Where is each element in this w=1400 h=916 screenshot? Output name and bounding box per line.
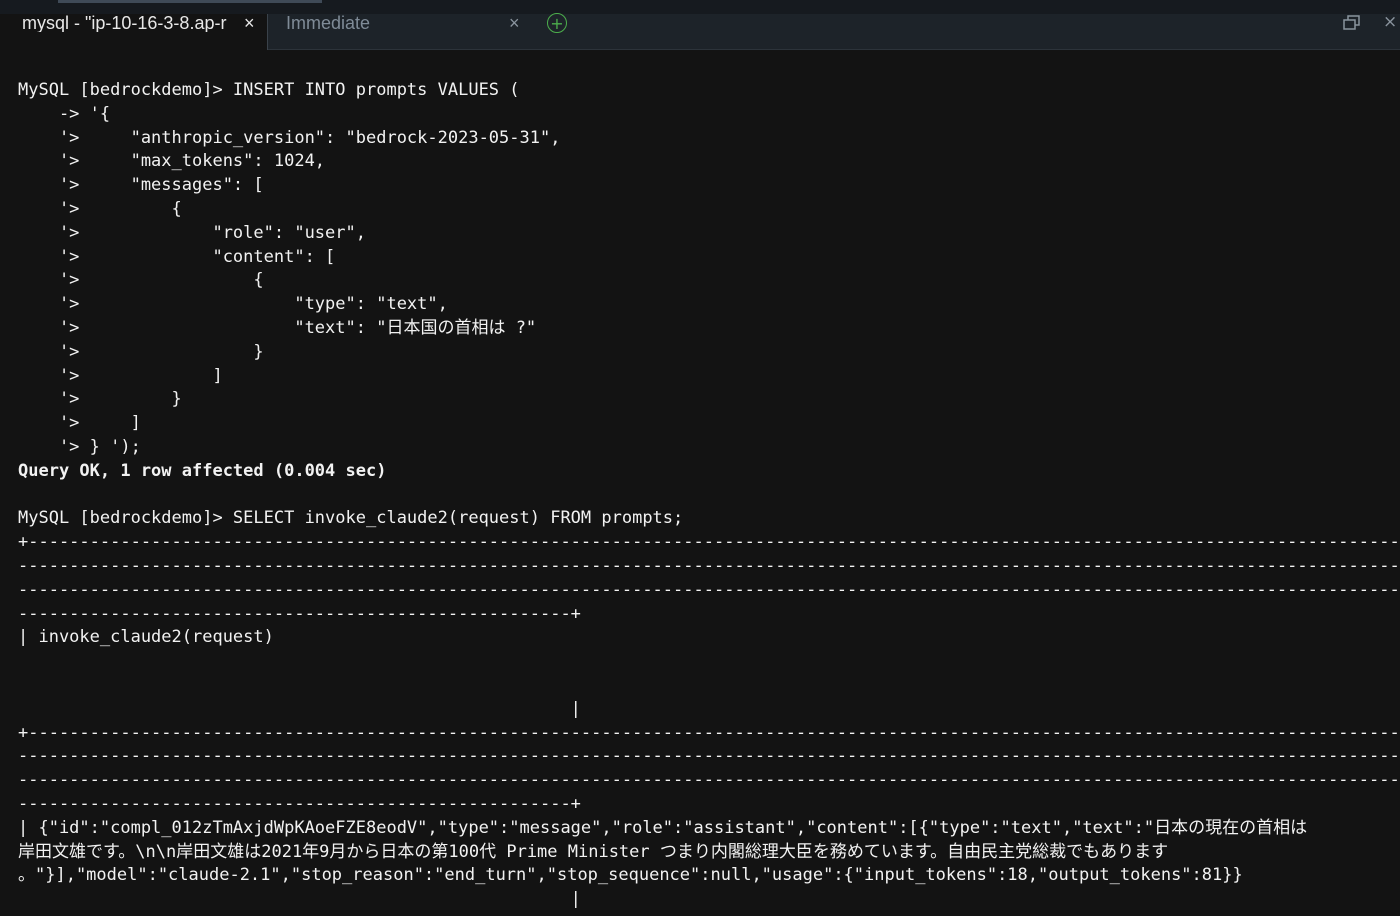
terminal-line: '> "type": "text", <box>18 294 448 315</box>
terminal-window: mysql - "ip-10-16-3-8.ap-r × Immediate ×… <box>0 0 1400 916</box>
terminal-line: ----------------------------------------… <box>18 556 1400 576</box>
terminal-line: | {"id":"compl_012zTmAxjdWpKAoeFZE8eodV"… <box>18 817 1308 838</box>
terminal-line: 岸田文雄です。\n\n岸田文雄は2021年9月から日本の第100代 Prime … <box>18 841 1169 862</box>
terminal-line: '> } <box>18 389 182 410</box>
terminal-line: | <box>18 889 581 910</box>
terminal-output[interactable]: MySQL [bedrockdemo]> INSERT INTO prompts… <box>18 78 1400 916</box>
terminal-line: Query OK, 1 row affected (0.004 sec) <box>18 460 387 481</box>
close-tab-icon[interactable]: × <box>244 14 255 32</box>
terminal-line: MySQL [bedrockdemo]> SELECT invoke_claud… <box>18 508 684 529</box>
terminal-line: ----------------------------------------… <box>18 603 581 624</box>
terminal-line: '> "text": "日本国の首相は ?" <box>18 318 537 338</box>
terminal-line: '> ] <box>18 365 223 386</box>
terminal-line: +---------------------------------------… <box>18 722 1400 743</box>
terminal-line: '> "max_tokens": 1024, <box>18 151 326 172</box>
terminal-line: ----------------------------------------… <box>18 770 1400 791</box>
terminal-line: '> ] <box>18 413 141 434</box>
terminal-line: -> '{ <box>18 103 111 124</box>
terminal-line: '> "messages": [ <box>18 175 264 196</box>
terminal-line: | invoke_claude2(request) <box>18 627 274 648</box>
terminal-line: '> "role": "user", <box>18 222 366 243</box>
terminal-line: | <box>18 698 581 719</box>
terminal-line: '> "anthropic_version": "bedrock-2023-05… <box>18 127 561 148</box>
terminal-line: ----------------------------------------… <box>18 746 1400 767</box>
tab-bar: mysql - "ip-10-16-3-8.ap-r × Immediate ×… <box>0 12 1400 50</box>
terminal-line: ----------------------------------------… <box>18 579 1400 600</box>
title-strip-highlight <box>58 0 322 3</box>
tab-title: mysql - "ip-10-16-3-8.ap-r <box>22 14 227 32</box>
plus-circle-icon[interactable]: + <box>547 13 567 33</box>
terminal-line: '> { <box>18 270 264 291</box>
terminal-line: '> } '); <box>18 437 141 457</box>
close-icon[interactable]: × <box>1383 12 1397 32</box>
terminal-line: '> } <box>18 341 264 362</box>
tab-immediate[interactable]: Immediate × <box>269 14 534 50</box>
terminal-line: '> { <box>18 199 182 219</box>
close-tab-icon[interactable]: × <box>509 14 520 32</box>
tab-mysql-session[interactable]: mysql - "ip-10-16-3-8.ap-r × <box>0 14 268 50</box>
terminal-line: 。"}],"model":"claude-2.1","stop_reason":… <box>18 865 1243 886</box>
terminal-line: MySQL [bedrockdemo]> INSERT INTO prompts… <box>18 80 520 100</box>
window-restore-icon[interactable] <box>1343 15 1361 31</box>
title-strip <box>0 0 1400 14</box>
terminal-line: +---------------------------------------… <box>18 532 1400 553</box>
terminal-line: ----------------------------------------… <box>18 794 581 814</box>
terminal-line: '> "content": [ <box>18 246 336 267</box>
tab-title: Immediate <box>286 14 371 33</box>
